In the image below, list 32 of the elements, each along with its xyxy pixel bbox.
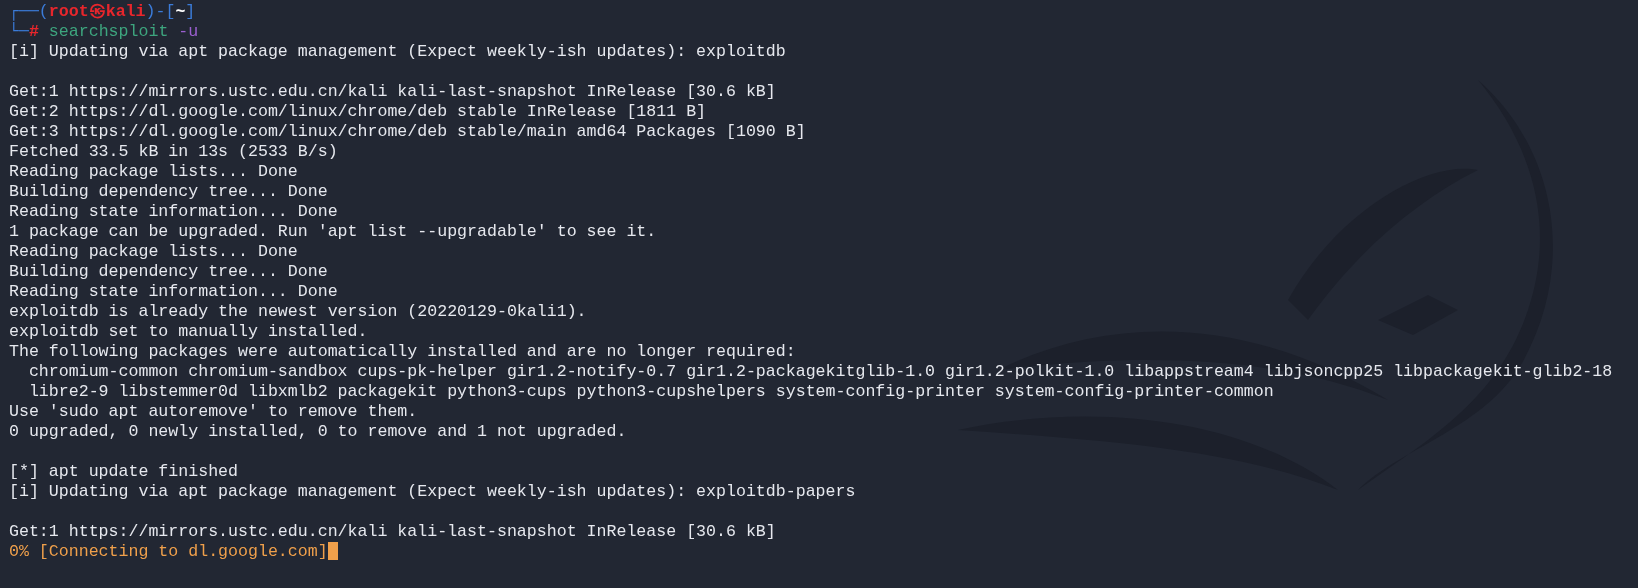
output-line: Get:1 https://mirrors.ustc.edu.cn/kali kali-last-snapshot InRelease [30.6 kB]	[9, 82, 776, 101]
prompt-frame: )-[	[145, 2, 176, 21]
output-line: [*] apt update finished	[9, 462, 239, 481]
prompt-directory: ~	[175, 2, 186, 21]
output-line: Reading state information... Done	[9, 202, 338, 221]
prompt-frame: ┌──(	[9, 2, 49, 21]
output-line: [i] Updating via apt package management (Expect weekly-ish updates): exploitdb-papers	[9, 482, 856, 501]
output-line: 0 upgraded, 0 newly installed, 0 to remove and 1 not upgraded.	[9, 422, 627, 441]
output-line: exploitdb set to manually installed.	[9, 322, 368, 341]
output-line: Reading state information... Done	[9, 282, 338, 301]
output-line: Get:2 https://dl.google.com/linux/chrome/deb stable InRelease [1811 B]	[9, 102, 707, 121]
command-argument: -u	[178, 22, 199, 41]
output-line: The following packages were automatically installed and are no longer required:	[9, 342, 796, 361]
output-line: Reading package lists... Done	[9, 162, 298, 181]
output-line: Get:3 https://dl.google.com/linux/chrome/deb stable/main amd64 Packages [1090 B]	[9, 122, 806, 141]
output-line: [i] Updating via apt package management (Expect weekly-ish updates): exploitdb	[9, 42, 786, 61]
prompt-user: root㉿kali	[48, 2, 146, 21]
prompt-frame: └─	[9, 22, 29, 41]
prompt-frame: ]	[185, 2, 196, 21]
output-line: Reading package lists... Done	[9, 242, 298, 261]
output-line: Use 'sudo apt autoremove' to remove them.	[9, 402, 418, 421]
output-line: 1 package can be upgraded. Run 'apt list --upgradable' to see it.	[9, 222, 657, 241]
output-line: exploitdb is already the newest version (20220129-0kali1).	[9, 302, 587, 321]
output-line: Fetched 33.5 kB in 13s (2533 B/s)	[9, 142, 338, 161]
output-line: Building dependency tree... Done	[9, 262, 328, 281]
output-line: chromium-common chromium-sandbox cups-pk-helper gir1.2-notify-0.7 gir1.2-packagekitglib-1.0 gir1.2-polkit-1.0 libappstream4 libjsoncpp25 libpackagekit-glib2-18	[27, 362, 1613, 381]
prompt-sign: #	[28, 22, 39, 41]
output-line: libre2-9 libstemmer0d libxmlb2 packagekit python3-cups python3-cupshelpers system-config-printer system-config-printer-common	[27, 382, 1274, 401]
output-line: Get:1 https://mirrors.ustc.edu.cn/kali kali-last-snapshot InRelease [30.6 kB]	[9, 522, 776, 541]
progress-line: 0% [Connecting to dl.google.com]	[9, 542, 328, 561]
command-text: searchsploit	[48, 22, 169, 41]
output-line: Building dependency tree... Done	[9, 182, 328, 201]
